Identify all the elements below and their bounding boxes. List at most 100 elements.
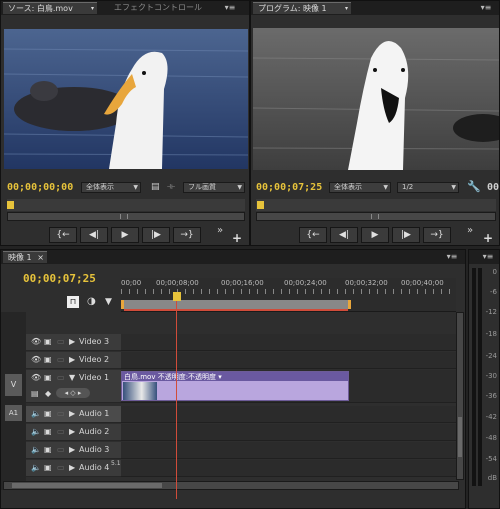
chevron-right-icon[interactable]: ▶ xyxy=(69,427,75,436)
track-header-audio-1[interactable]: 🔈 ▣ ▭ ▶ Audio 1 xyxy=(26,406,121,423)
display-style-icon[interactable]: ▤ xyxy=(31,389,39,398)
add-button-icon[interactable]: + xyxy=(483,231,493,245)
lane-audio-3[interactable] xyxy=(121,442,456,459)
speaker-icon[interactable]: 🔈 xyxy=(31,463,41,472)
eye-icon[interactable]: 👁 xyxy=(31,355,41,364)
chevron-down-icon[interactable]: ▼ xyxy=(69,373,75,382)
tab-sequence[interactable]: 映像 1 × xyxy=(3,251,47,263)
chevron-down-icon[interactable]: ▾ xyxy=(345,3,348,15)
film-icon[interactable]: ▣ xyxy=(44,373,52,382)
wrench-icon[interactable]: 🔧 xyxy=(467,180,481,193)
film-icon[interactable]: ▣ xyxy=(44,355,52,364)
film-icon[interactable]: ▣ xyxy=(44,337,52,346)
lane-audio-1[interactable] xyxy=(121,406,456,423)
program-zoom-scrollbar[interactable] xyxy=(256,212,496,221)
chevron-right-icon[interactable]: ▶ xyxy=(69,463,75,472)
lane-video-3[interactable] xyxy=(121,334,456,351)
track-header-video-1[interactable]: 👁 ▣ ▭ ▼ Video 1 ▤ ◆ ◂ ◇ ▸ xyxy=(26,370,121,403)
chevron-right-icon[interactable]: ▶ xyxy=(69,337,75,346)
add-button-icon[interactable]: + xyxy=(232,231,242,245)
track-header-audio-2[interactable]: 🔈 ▣ ▭ ▶ Audio 2 xyxy=(26,424,121,441)
panel-menu-icon[interactable]: ▾≡ xyxy=(481,252,495,262)
lock-icon[interactable]: ▭ xyxy=(57,337,65,346)
scrollbar-grip xyxy=(371,214,379,219)
close-icon[interactable]: × xyxy=(37,252,44,264)
keyframe-nav[interactable]: ◂ ◇ ▸ xyxy=(56,388,90,398)
step-back-button[interactable]: ◀| xyxy=(80,227,108,243)
keyframe-icon[interactable]: ◆ xyxy=(45,389,51,398)
step-forward-button[interactable]: |▶ xyxy=(392,227,420,243)
timeline-zoom-scrollbar[interactable] xyxy=(3,481,459,490)
lane-audio-2[interactable] xyxy=(121,424,456,441)
waveform-icon[interactable]: ▣ xyxy=(44,427,52,436)
timeline-ruler[interactable]: 00;00 00;00;08;00 00;00;16;00 00;00;24;0… xyxy=(121,278,456,312)
more-buttons-icon[interactable]: » xyxy=(467,225,473,236)
source-zoom-select[interactable]: 全体表示 ▼ xyxy=(81,182,141,193)
program-quality-select[interactable]: 1/2 ▼ xyxy=(397,182,459,193)
step-back-button[interactable]: ◀| xyxy=(330,227,358,243)
speaker-icon[interactable]: 🔈 xyxy=(31,409,41,418)
lock-icon[interactable]: ▭ xyxy=(57,427,65,436)
work-area-bar[interactable] xyxy=(121,300,351,311)
audio-target-a1[interactable]: A1 xyxy=(5,405,22,421)
waveform-icon[interactable]: ▣ xyxy=(44,409,52,418)
mark-in-button[interactable]: {← xyxy=(49,227,77,243)
playhead-icon[interactable] xyxy=(7,201,14,209)
lock-icon[interactable]: ▭ xyxy=(57,355,65,364)
source-timecode[interactable]: 00;00;00;00 xyxy=(7,182,73,193)
video-target-v[interactable]: V xyxy=(5,374,22,396)
tab-program[interactable]: プログラム: 映像 1 ▾ xyxy=(253,2,351,14)
mark-in-button[interactable]: {← xyxy=(299,227,327,243)
speaker-icon[interactable]: 🔈 xyxy=(31,445,41,454)
video-clip[interactable]: 白鳥.mov 不透明度:不透明度 ▾ xyxy=(121,371,349,401)
waveform-icon[interactable]: ▣ xyxy=(44,463,52,472)
tab-source[interactable]: ソース: 白鳥.mov ▾ xyxy=(3,2,97,14)
play-button[interactable]: ▶ xyxy=(361,227,389,243)
play-button[interactable]: ▶ xyxy=(111,227,139,243)
mark-out-button[interactable]: →} xyxy=(173,227,201,243)
source-quality-select[interactable]: フル画質 ▼ xyxy=(183,182,245,193)
link-icon[interactable]: ◑ xyxy=(87,296,96,307)
track-header-audio-4[interactable]: 🔈 ▣ ▭ ▶ Audio 4 5.1 xyxy=(26,460,121,477)
track-header-video-2[interactable]: 👁 ▣ ▭ ▶ Video 2 xyxy=(26,352,121,369)
lock-icon[interactable]: ▭ xyxy=(57,409,65,418)
speaker-icon[interactable]: 🔈 xyxy=(31,427,41,436)
source-time-ruler[interactable] xyxy=(7,199,245,211)
program-zoom-select[interactable]: 全体表示 ▼ xyxy=(329,182,391,193)
playhead-icon[interactable] xyxy=(173,292,181,301)
step-forward-button[interactable]: |▶ xyxy=(142,227,170,243)
playhead-icon[interactable] xyxy=(257,201,264,209)
eye-icon[interactable]: 👁 xyxy=(31,337,41,346)
scrollbar-thumb[interactable] xyxy=(12,483,162,488)
program-timecode[interactable]: 00;00;07;25 xyxy=(256,182,322,193)
tab-effect-controls[interactable]: エフェクトコントロール xyxy=(109,2,207,14)
output-icon[interactable]: ⟛ xyxy=(167,182,175,192)
snap-icon[interactable]: ⊓ xyxy=(67,296,79,308)
eye-icon[interactable]: 👁 xyxy=(31,373,41,382)
track-header-video-3[interactable]: 👁 ▣ ▭ ▶ Video 3 xyxy=(26,334,121,351)
tab-sequence-label: 映像 1 xyxy=(8,253,32,262)
panel-menu-icon[interactable]: ▾≡ xyxy=(445,252,459,262)
chevron-right-icon[interactable]: ▶ xyxy=(69,445,75,454)
chevron-right-icon[interactable]: ▶ xyxy=(69,409,75,418)
program-time-ruler[interactable] xyxy=(256,199,496,211)
mark-out-button[interactable]: →} xyxy=(423,227,451,243)
lock-icon[interactable]: ▭ xyxy=(57,373,65,382)
lane-audio-4[interactable] xyxy=(121,460,456,477)
marker-icon[interactable]: ▼ xyxy=(105,297,112,307)
lane-video-2[interactable] xyxy=(121,352,456,369)
scrollbar-thumb[interactable] xyxy=(458,417,462,457)
lock-icon[interactable]: ▭ xyxy=(57,445,65,454)
chevron-right-icon[interactable]: ▶ xyxy=(69,355,75,364)
lock-icon[interactable]: ▭ xyxy=(57,463,65,472)
panel-menu-icon[interactable]: ▾≡ xyxy=(223,3,237,13)
source-zoom-scrollbar[interactable] xyxy=(7,212,245,221)
waveform-icon[interactable]: ▣ xyxy=(44,445,52,454)
more-buttons-icon[interactable]: » xyxy=(217,225,223,236)
chevron-down-icon[interactable]: ▾ xyxy=(91,3,94,15)
panel-menu-icon[interactable]: ▾≡ xyxy=(479,3,493,13)
track-header-audio-3[interactable]: 🔈 ▣ ▭ ▶ Audio 3 xyxy=(26,442,121,459)
timeline-vertical-scrollbar[interactable] xyxy=(456,312,464,480)
safe-margin-icon[interactable]: ▤ xyxy=(151,182,160,192)
timeline-timecode[interactable]: 00;00;07;25 xyxy=(23,272,96,285)
